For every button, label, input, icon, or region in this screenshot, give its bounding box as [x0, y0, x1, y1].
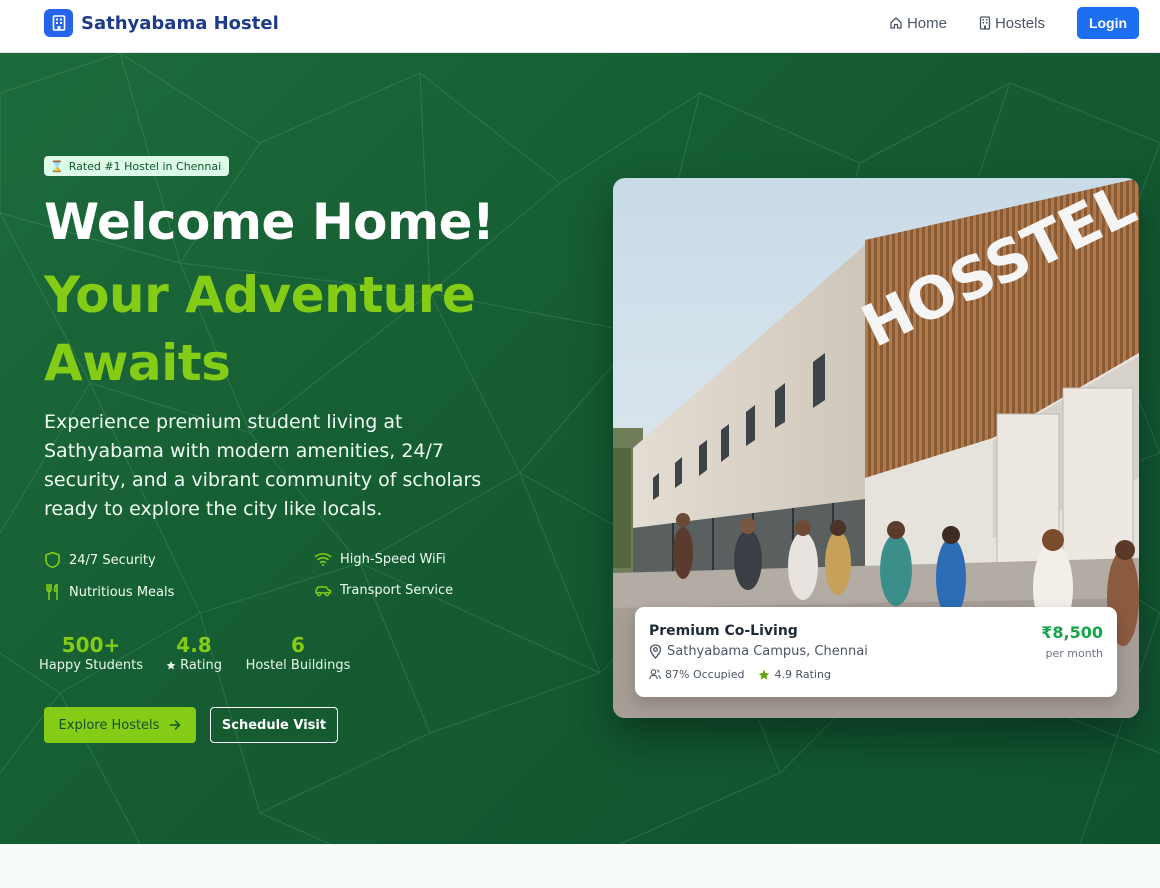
next-section-top — [0, 844, 1160, 888]
hourglass-icon: ⌛ — [50, 159, 64, 173]
home-icon — [890, 17, 902, 29]
login-button[interactable]: Login — [1077, 7, 1139, 39]
feature-meals-label: Nutritious Meals — [69, 584, 175, 600]
listing-rating-text: 4.9 Rating — [774, 668, 831, 681]
wifi-icon — [314, 553, 332, 566]
brand-name: Sathyabama Hostel — [81, 12, 279, 34]
listing-info-card[interactable]: Premium Co-Living Sathyabama Campus, Che… — [635, 607, 1117, 697]
nav-link-home[interactable]: Home — [889, 15, 947, 32]
listing-location: Sathyabama Campus, Chennai — [649, 644, 868, 659]
brand[interactable]: Sathyabama Hostel — [44, 9, 279, 37]
stat-buildings: 6 Hostel Buildings — [245, 633, 351, 673]
listing-price-period: per month — [1045, 647, 1103, 660]
schedule-visit-button[interactable]: Schedule Visit — [210, 707, 338, 743]
car-icon — [315, 585, 332, 596]
nav-link-home-label: Home — [906, 14, 947, 32]
listing-meta: 87% Occupied 4.9 Rating — [649, 668, 845, 681]
feature-wifi-label: High-Speed WiFi — [340, 551, 446, 567]
nav-link-hostels-label: Hostels — [994, 14, 1045, 32]
hero-description: Experience premium student living at Sat… — [44, 411, 482, 520]
feature-security-label: 24/7 Security — [69, 552, 156, 568]
stat-rating: 4.8 Rating — [166, 633, 222, 673]
stat-students-value: 500+ — [61, 633, 121, 657]
feature-meals: Nutritious Meals — [44, 583, 174, 601]
stat-buildings-label: Hostel Buildings — [245, 658, 351, 673]
feature-security: 24/7 Security — [44, 551, 156, 569]
feature-wifi: High-Speed WiFi — [314, 551, 446, 567]
navbar: Sathyabama Hostel Home Hostels Login — [0, 0, 1160, 53]
occupancy-text: 87% Occupied — [665, 668, 745, 681]
explore-hostels-label: Explore Hostels — [58, 717, 160, 733]
occupancy: 87% Occupied — [649, 668, 744, 681]
nav-links: Home Hostels Login — [889, 7, 1139, 39]
hero-title-line1: Welcome Home! — [44, 193, 495, 251]
stat-students: 500+ Happy Students — [38, 633, 144, 673]
shield-icon — [45, 551, 60, 569]
rating-badge-text: Rated #1 Hostel in Chennai — [68, 159, 222, 173]
nav-link-hostels[interactable]: Hostels — [979, 15, 1045, 32]
listing-location-text: Sathyabama Campus, Chennai — [667, 644, 868, 659]
star-icon — [166, 661, 176, 670]
hero-title-line2: Your Adventure Awaits — [44, 266, 476, 392]
listing-price: ₹8,500 — [1041, 623, 1103, 642]
stat-rating-label: Rating — [180, 658, 222, 673]
feature-transport-label: Transport Service — [340, 583, 454, 598]
stat-students-label: Happy Students — [38, 658, 144, 673]
hostel-photo-card: HOSSTEL Premium Co-Living Sathyabama Cam… — [613, 178, 1139, 718]
rating-badge: ⌛ Rated #1 Hostel in Chennai — [44, 156, 230, 176]
arrow-right-icon — [170, 720, 181, 730]
star-icon — [759, 669, 770, 680]
stat-rating-label-row: Rating — [166, 658, 222, 673]
utensils-icon — [46, 583, 58, 601]
map-pin-icon — [649, 644, 662, 659]
feature-transport: Transport Service — [314, 583, 453, 598]
listing-title: Premium Co-Living — [649, 623, 798, 639]
hotel-building-icon — [44, 9, 73, 37]
stat-buildings-value: 6 — [291, 633, 305, 657]
explore-hostels-button[interactable]: Explore Hostels — [44, 707, 196, 743]
listing-rating: 4.9 Rating — [758, 668, 831, 681]
building-icon — [979, 16, 991, 30]
hero-section: ⌛ Rated #1 Hostel in Chennai Welcome Hom… — [0, 53, 1160, 844]
users-icon — [649, 669, 661, 680]
stat-rating-value: 4.8 — [176, 633, 212, 657]
